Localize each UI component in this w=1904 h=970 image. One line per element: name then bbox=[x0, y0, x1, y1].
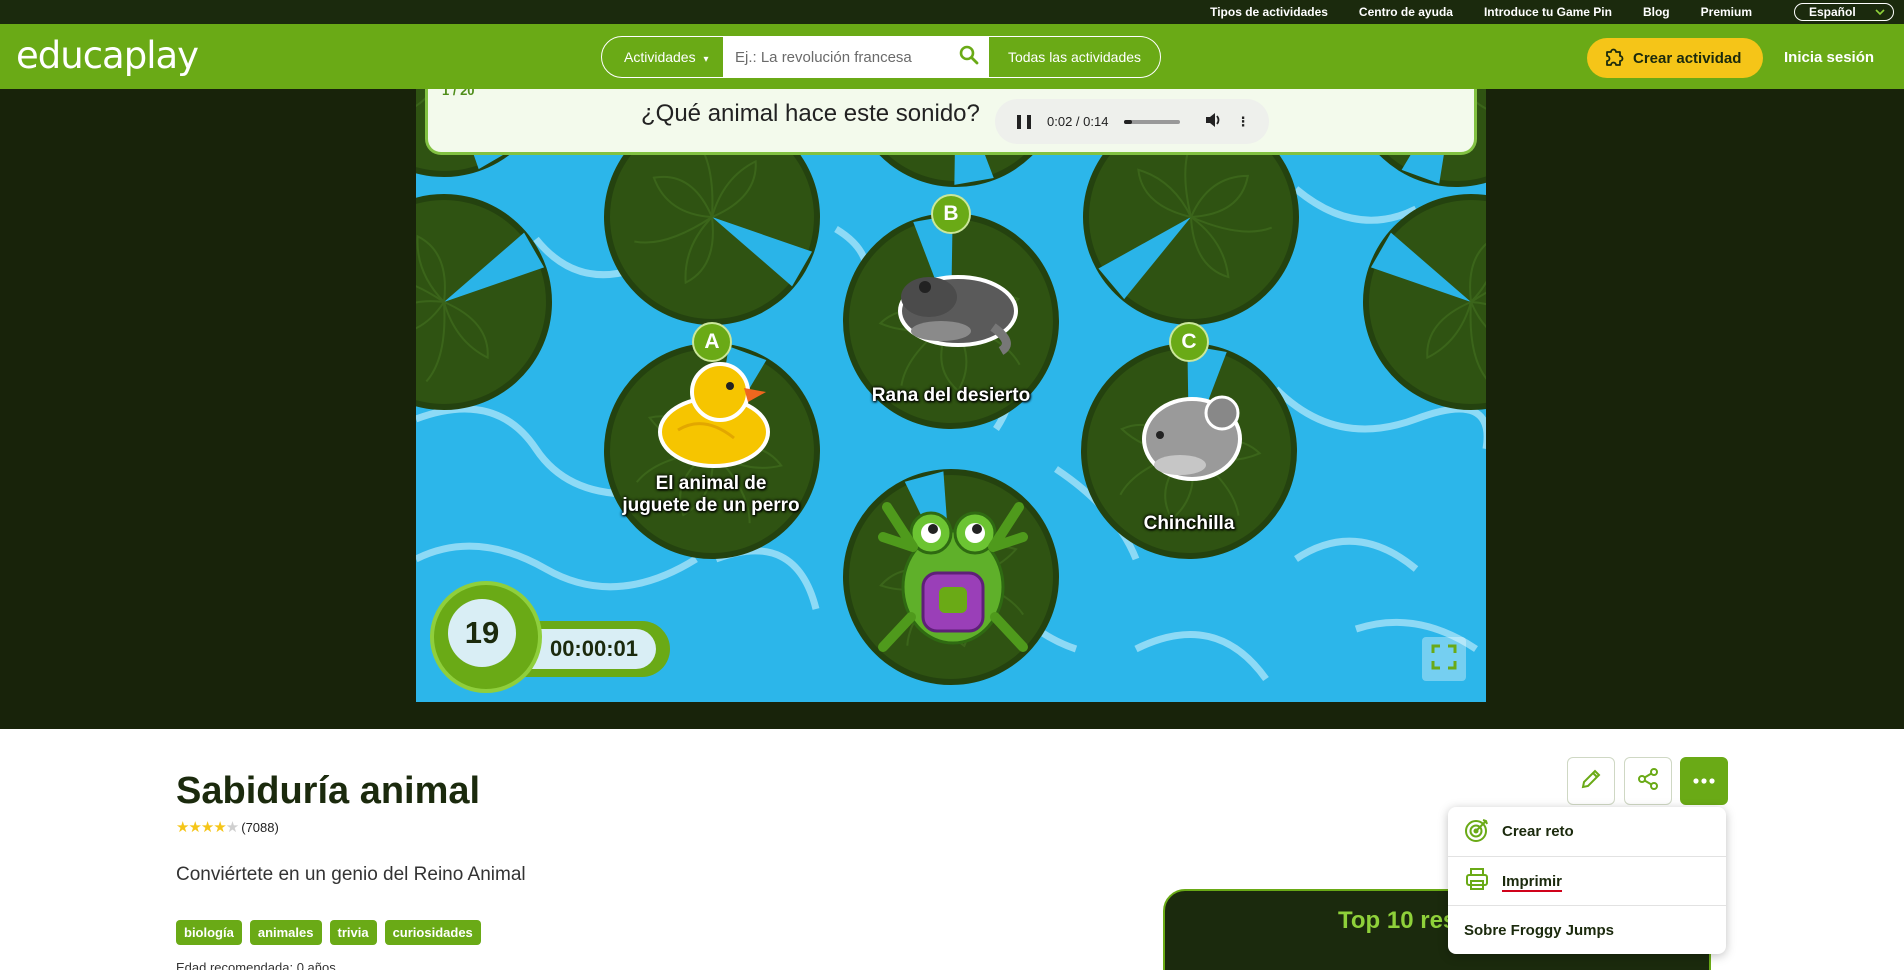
target-icon bbox=[1464, 817, 1502, 847]
question-text: ¿Qué animal hace este sonido? bbox=[641, 100, 980, 127]
option-label-b[interactable]: Rana del desierto bbox=[851, 385, 1051, 407]
options-dropdown: Crear reto Imprimir Sobre Froggy Jumps bbox=[1448, 807, 1726, 954]
ranking-title: Top 10 res bbox=[1338, 907, 1457, 934]
option-letter-a: A bbox=[692, 322, 732, 362]
pencil-icon bbox=[1579, 767, 1603, 796]
pause-icon[interactable] bbox=[1017, 114, 1031, 129]
rating-count: (7088) bbox=[241, 819, 279, 835]
search-category-label: Actividades bbox=[624, 49, 696, 65]
link-game-pin[interactable]: Introduce tu Game Pin bbox=[1484, 5, 1612, 19]
volume-icon[interactable] bbox=[1204, 111, 1222, 132]
question-counter: 1 / 20 bbox=[442, 89, 475, 98]
elapsed-pill: 00:00:01 bbox=[522, 621, 670, 677]
question-bar: 1 / 20 ¿Qué animal hace este sonido? bbox=[425, 89, 1477, 155]
create-activity-button[interactable]: Crear actividad bbox=[1587, 38, 1763, 78]
tag-list: biología animales trivia curiosidades bbox=[176, 920, 489, 945]
edit-button[interactable] bbox=[1567, 757, 1615, 805]
elapsed-time: 00:00:01 bbox=[532, 629, 656, 669]
educaplay-logo[interactable]: educaplay bbox=[16, 34, 199, 77]
language-label: Español bbox=[1809, 5, 1856, 19]
tag-item[interactable]: animales bbox=[249, 920, 322, 945]
menu-item-label: Imprimir bbox=[1502, 872, 1563, 890]
activity-title: Sabiduría animal bbox=[176, 770, 481, 812]
activity-description: Conviértete en un genio del Reino Animal bbox=[176, 864, 526, 885]
search-input[interactable] bbox=[723, 37, 986, 77]
chevron-down-icon bbox=[1875, 6, 1885, 20]
top-links: Tipos de actividades Centro de ayuda Int… bbox=[1210, 0, 1772, 24]
menu-item-about-game[interactable]: Sobre Froggy Jumps bbox=[1448, 905, 1726, 954]
create-activity-label: Crear actividad bbox=[1633, 49, 1742, 67]
option-label-c[interactable]: Chinchilla bbox=[1089, 513, 1289, 535]
menu-item-label: Sobre Froggy Jumps bbox=[1464, 921, 1615, 939]
chinchilla-image bbox=[1142, 395, 1242, 481]
search-icon bbox=[959, 45, 979, 70]
fullscreen-button[interactable] bbox=[1422, 637, 1466, 681]
audio-time: 0:02 / 0:14 bbox=[1047, 114, 1109, 129]
search-category-select[interactable]: Actividades ▾ bbox=[624, 37, 709, 77]
puzzle-icon bbox=[1603, 45, 1633, 71]
tag-item[interactable]: curiosidades bbox=[384, 920, 481, 945]
more-horizontal-icon bbox=[1692, 772, 1716, 790]
rating: ★★★★★ (7088) bbox=[176, 818, 279, 836]
option-letter-c: C bbox=[1169, 322, 1209, 362]
tag-item[interactable]: biología bbox=[176, 920, 242, 945]
tag-item[interactable]: trivia bbox=[329, 920, 377, 945]
login-link[interactable]: Inicia sesión bbox=[1784, 49, 1874, 66]
main-header: educaplay Actividades ▾ Todas las activi… bbox=[0, 24, 1904, 89]
more-options-button[interactable] bbox=[1680, 757, 1728, 805]
link-blog[interactable]: Blog bbox=[1643, 5, 1670, 19]
audio-seek-slider[interactable] bbox=[1124, 119, 1181, 124]
more-vertical-icon[interactable]: ⋮ bbox=[1236, 114, 1249, 130]
timer-widget: 00:00:01 19 bbox=[430, 581, 670, 693]
fullscreen-icon bbox=[1431, 644, 1457, 675]
link-premium[interactable]: Premium bbox=[1701, 5, 1752, 19]
audio-progress bbox=[1124, 119, 1133, 124]
search-bar: Actividades ▾ Todas las actividades bbox=[601, 36, 1161, 78]
audio-player[interactable]: 0:02 / 0:14 ⋮ bbox=[995, 99, 1269, 144]
recommended-age: Edad recomendada: 0 años bbox=[176, 960, 336, 970]
share-button[interactable] bbox=[1624, 757, 1672, 805]
link-help-center[interactable]: Centro de ayuda bbox=[1359, 5, 1453, 19]
chevron-down-icon: ▾ bbox=[703, 54, 709, 65]
menu-item-label: Crear reto bbox=[1502, 823, 1574, 840]
menu-item-print[interactable]: Imprimir bbox=[1448, 856, 1726, 905]
countdown-seconds: 19 bbox=[448, 599, 516, 667]
all-activities-button[interactable]: Todas las actividades bbox=[988, 37, 1160, 77]
option-letter-b: B bbox=[931, 194, 971, 234]
printer-icon bbox=[1464, 866, 1502, 896]
rating-stars: ★★★★★ bbox=[176, 819, 239, 836]
language-select[interactable]: Español bbox=[1794, 3, 1894, 21]
link-activity-types[interactable]: Tipos de actividades bbox=[1210, 5, 1328, 19]
option-label-a[interactable]: El animal de juguete de un perro bbox=[621, 473, 801, 517]
top-strip: Tipos de actividades Centro de ayuda Int… bbox=[0, 0, 1904, 24]
search-button[interactable] bbox=[949, 37, 989, 77]
share-icon bbox=[1636, 767, 1660, 796]
game-stage: 1 / 20 ¿Qué animal hace este sonido? B R… bbox=[416, 89, 1486, 702]
menu-item-create-challenge[interactable]: Crear reto bbox=[1448, 807, 1726, 856]
